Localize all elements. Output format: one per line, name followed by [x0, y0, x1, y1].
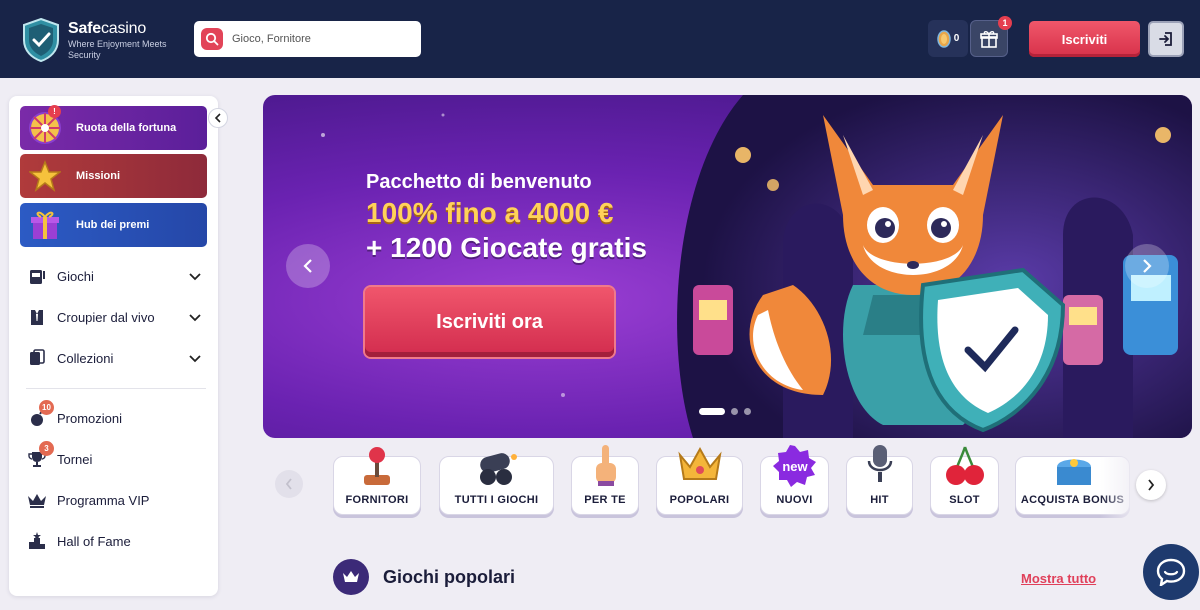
cannon-icon: [479, 453, 517, 485]
category-new[interactable]: new NUOVI: [760, 445, 829, 515]
sidebar-item-games[interactable]: Giochi: [26, 263, 202, 289]
chevron-left-icon: [285, 478, 292, 490]
chevron-right-icon: [1143, 259, 1152, 273]
new-badge-icon: new: [772, 445, 816, 487]
sidebar-collapse-button[interactable]: [208, 108, 228, 128]
category-hit[interactable]: HIT: [846, 445, 913, 515]
chat-bubble-icon: [1156, 558, 1186, 586]
sidebar-promo-missions[interactable]: Missioni: [20, 154, 207, 198]
login-icon: [1159, 32, 1172, 46]
category-slots[interactable]: SLOT: [930, 446, 999, 515]
category-all-games[interactable]: TUTTI I GIOCHI: [439, 453, 554, 515]
logo-tagline: Where Enjoyment Meets Security: [68, 39, 167, 60]
fox-mascot-illustration: [321, 95, 1192, 438]
signup-button[interactable]: Iscriviti: [1029, 21, 1140, 57]
podium-icon: [26, 530, 48, 552]
slot-machine-icon: [26, 265, 48, 287]
chevron-down-icon[interactable]: [188, 310, 202, 325]
star-medal-icon: [20, 154, 70, 198]
login-button[interactable]: [1148, 21, 1184, 57]
joystick-icon: [364, 447, 390, 485]
sidebar-item-collections[interactable]: Collezioni: [26, 345, 202, 371]
category-for-you[interactable]: PER TE: [571, 445, 639, 515]
crown-icon: [26, 489, 48, 511]
chevron-left-icon: [303, 259, 312, 273]
chevron-right-icon: [1148, 479, 1155, 491]
promotions-count-badge: 10: [39, 400, 54, 415]
section-title: Giochi popolari: [383, 567, 516, 587]
gift-box-icon: [20, 203, 70, 247]
coin-icon: [936, 29, 951, 48]
banner-subtitle: Pacchetto di benvenuto: [366, 171, 592, 193]
banner-dot[interactable]: [731, 408, 738, 415]
category-providers[interactable]: FORNITORI: [333, 447, 421, 515]
cherries-icon: [945, 446, 984, 485]
banner-signup-button[interactable]: Iscriviti ora: [365, 287, 614, 357]
banner-dot[interactable]: [744, 408, 751, 415]
sidebar-item-label: Programma VIP: [57, 492, 150, 508]
sidebar-item-label: Promozioni: [57, 410, 123, 426]
search-input[interactable]: [232, 33, 412, 45]
chevron-left-icon: [214, 113, 221, 123]
category-next-button[interactable]: [1136, 470, 1166, 500]
gift-icon: [980, 30, 998, 48]
balance-chip[interactable]: 0: [928, 20, 968, 57]
banner-headline-secondary: + 1200 Giocate gratis: [366, 232, 647, 263]
treasure-chest-icon: [1057, 459, 1091, 485]
sidebar-item-vip[interactable]: Programma VIP: [26, 487, 202, 513]
sidebar-item-label: Hall of Fame: [57, 533, 131, 549]
banner-dot-active[interactable]: [699, 408, 725, 415]
cards-icon: [26, 347, 48, 369]
search-icon[interactable]: [201, 28, 223, 50]
banner-headline: 100% fino a 4000 €: [366, 197, 614, 228]
fortune-wheel-icon: [20, 106, 70, 150]
hero-banner[interactable]: Pacchetto di benvenuto 100% fino a 4000 …: [263, 95, 1192, 438]
category-prev-button[interactable]: [275, 470, 303, 498]
pointing-hand-icon: [596, 445, 616, 486]
chevron-down-icon[interactable]: [188, 269, 202, 284]
category-overflow-fade: [1100, 446, 1140, 526]
banner-pagination: [699, 408, 751, 415]
top-header: Safecasino Where Enjoyment Meets Securit…: [0, 0, 1200, 78]
search-box[interactable]: [194, 21, 421, 57]
wheel-alert-badge: !: [48, 105, 61, 118]
sidebar-item-label: Collezioni: [57, 350, 114, 366]
sidebar-promo-label: Missioni: [76, 170, 121, 182]
sidebar-item-live-dealer[interactable]: Croupier dal vivo: [26, 304, 202, 330]
svg-text:new: new: [782, 459, 808, 474]
sidebar-item-label: Tornei: [57, 451, 93, 467]
popular-crown-icon: [333, 559, 369, 595]
microphone-icon: [867, 445, 892, 482]
sidebar-divider: [26, 388, 206, 389]
live-chat-button[interactable]: [1143, 544, 1199, 600]
category-popular[interactable]: POPOLARI: [656, 446, 743, 515]
balance-value: 0: [953, 33, 960, 44]
chevron-down-icon[interactable]: [188, 351, 202, 366]
sidebar-promo-label: Ruota della fortuna: [76, 122, 177, 134]
gift-notification-badge: 1: [998, 16, 1012, 30]
show-all-link[interactable]: Mostra tutto: [1021, 571, 1096, 586]
sidebar-promo-label: Hub dei premi: [76, 219, 150, 231]
sidebar-promo-rewards[interactable]: Hub dei premi: [20, 203, 207, 247]
logo-wordmark: Safecasino: [68, 20, 147, 37]
site-logo[interactable]: Safecasino Where Enjoyment Meets Securit…: [22, 18, 172, 64]
sidebar-item-hall-of-fame[interactable]: Hall of Fame: [26, 528, 202, 554]
crown-icon: [677, 446, 722, 480]
banner-prev-button[interactable]: [286, 244, 330, 288]
tournaments-count-badge: 3: [39, 441, 54, 456]
dealer-suit-icon: [26, 306, 48, 328]
sidebar: Ruota della fortuna ! Missioni Hub dei p…: [9, 96, 218, 596]
banner-next-button[interactable]: [1125, 244, 1169, 288]
shield-logo-icon: [23, 18, 59, 62]
sidebar-item-label: Giochi: [57, 268, 94, 284]
sidebar-item-label: Croupier dal vivo: [57, 309, 155, 325]
